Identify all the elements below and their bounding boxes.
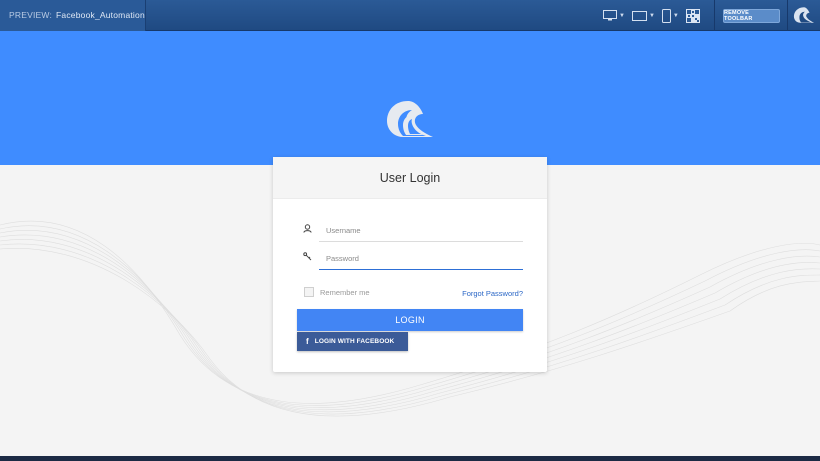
preview-name: Facebook_Automation	[56, 10, 145, 20]
remember-me[interactable]: Remember me	[304, 287, 370, 297]
login-card: User Login Remember me Forgot Password? …	[273, 157, 547, 372]
remember-me-label: Remember me	[320, 287, 370, 297]
wave-logo-icon	[793, 7, 815, 23]
tablet-icon	[631, 10, 647, 21]
remember-me-checkbox[interactable]	[304, 287, 314, 297]
username-underline	[319, 241, 523, 242]
preview-toolbar: PREVIEW: Facebook_Automation ▼ ▼ ▼ REMOV…	[0, 0, 820, 31]
remove-toolbar-button[interactable]: REMOVE TOOLBAR	[723, 9, 780, 23]
qr-code-button[interactable]	[685, 0, 700, 31]
password-field	[303, 248, 523, 270]
chevron-down-icon: ▼	[648, 12, 655, 19]
toolbar-divider	[714, 0, 715, 31]
preview-label: PREVIEW:	[9, 10, 53, 20]
facebook-icon: f	[306, 337, 309, 346]
login-button[interactable]: LOGIN	[297, 309, 523, 331]
chevron-down-icon: ▼	[672, 12, 679, 19]
password-underline	[319, 268, 523, 270]
chevron-down-icon: ▼	[619, 12, 625, 19]
facebook-button-label: LOGIN WITH FACEBOOK	[314, 338, 395, 345]
username-field	[303, 220, 523, 242]
preview-tab[interactable]: PREVIEW: Facebook_Automation	[0, 0, 146, 31]
device-switcher: ▼ ▼ ▼	[603, 0, 707, 31]
key-icon	[303, 252, 315, 264]
login-with-facebook-button[interactable]: f LOGIN WITH FACEBOOK	[297, 332, 408, 351]
login-title: User Login	[273, 157, 547, 199]
tablet-view-button[interactable]: ▼	[631, 0, 655, 31]
hero-banner	[0, 31, 820, 165]
phone-view-button[interactable]: ▼	[661, 0, 679, 31]
app-logo	[793, 5, 815, 30]
phone-icon	[661, 8, 671, 23]
forgot-password-link[interactable]: Forgot Password?	[462, 289, 523, 298]
username-input[interactable]	[319, 222, 519, 238]
desktop-icon	[603, 10, 617, 21]
toolbar-divider	[787, 0, 788, 31]
bottom-bar	[0, 456, 820, 461]
user-icon	[303, 224, 315, 236]
password-input[interactable]	[319, 250, 519, 266]
desktop-view-button[interactable]: ▼	[603, 0, 625, 31]
qr-code-icon	[685, 8, 700, 23]
brand-wave-logo-icon	[387, 101, 433, 137]
